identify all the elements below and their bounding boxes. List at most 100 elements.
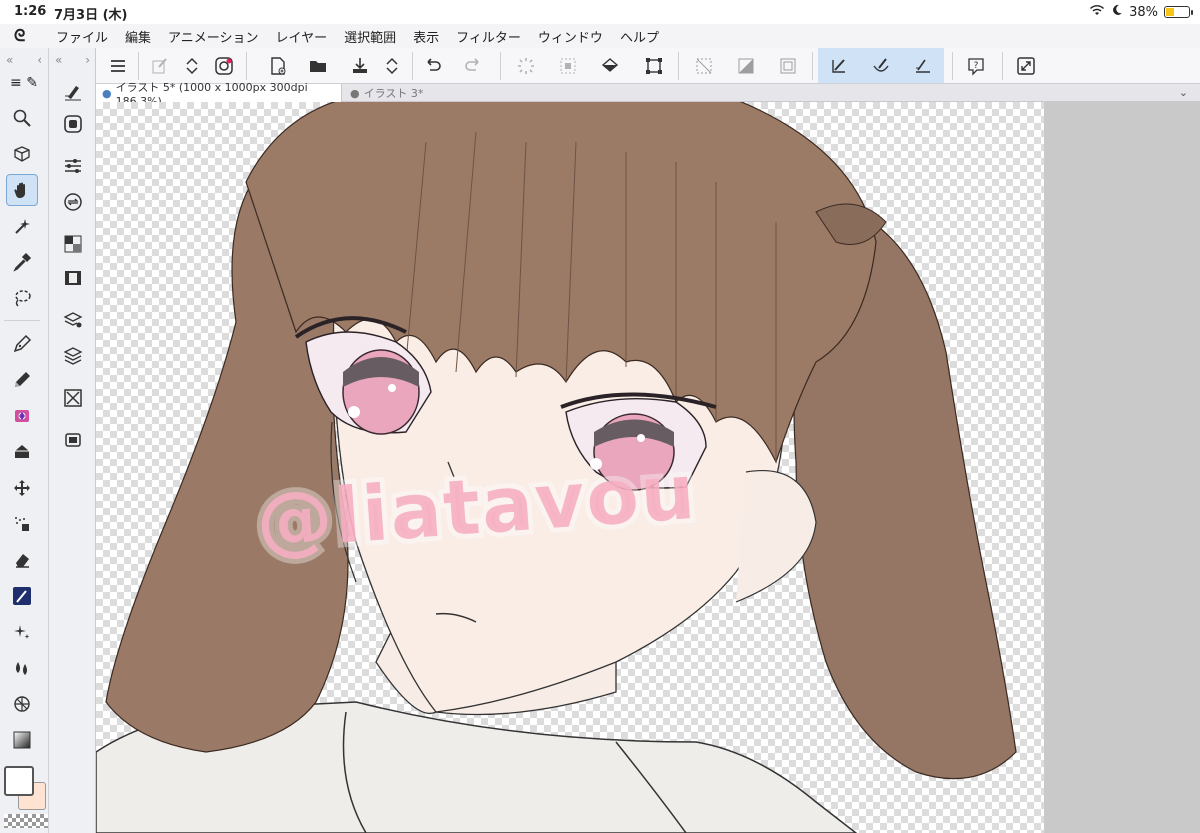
toolbar-separator [1002, 52, 1003, 80]
tab-illust-3[interactable]: ● イラスト 3* [344, 84, 434, 102]
canvas-area[interactable]: @liatavou @liatavou [96, 102, 1200, 833]
tool-fill[interactable] [6, 436, 38, 468]
menu-filter[interactable]: フィルター [456, 27, 521, 46]
toolbar-separator [952, 52, 953, 80]
menu-layer[interactable]: レイヤー [276, 27, 328, 46]
collapse-left-icon[interactable]: « [6, 53, 13, 67]
document-tabs: ● イラスト 5* (1000 x 1000px 300dpi 186.3%) … [96, 81, 1200, 108]
snap-grid-button[interactable] [902, 48, 944, 83]
color-indicator[interactable] [4, 766, 48, 828]
color-grid-icon [64, 235, 82, 253]
diagonal-select-icon [696, 58, 712, 74]
timeline-button[interactable] [59, 264, 87, 292]
gradient-icon [13, 731, 31, 749]
navigator-icon [64, 115, 82, 133]
sub-tool-detail[interactable] [59, 78, 87, 106]
tool-blend[interactable] [6, 652, 38, 684]
main-color-swatch[interactable] [4, 766, 34, 796]
tool-pen[interactable] [6, 328, 38, 360]
menu-help[interactable]: ヘルプ [620, 27, 659, 46]
battery-percent: 38% [1129, 4, 1158, 20]
app-logo-icon[interactable]: ᘓ [0, 26, 56, 46]
3d-object-icon [14, 146, 30, 162]
undo-icon [427, 58, 441, 71]
material-button[interactable] [59, 384, 87, 412]
menu-file[interactable]: ファイル [56, 27, 108, 46]
tab-dot-icon: ● [350, 86, 360, 100]
menu-view[interactable]: 表示 [413, 27, 439, 46]
snap-ruler-button[interactable] [818, 48, 860, 83]
chevron-down-icon[interactable]: ⌄ [1179, 86, 1188, 99]
redo-button[interactable] [460, 52, 488, 80]
ruler-grid-icon [14, 696, 30, 712]
gradient-fill-button[interactable] [732, 52, 760, 80]
open-file-button[interactable] [304, 52, 332, 80]
tool-property-button[interactable] [59, 152, 87, 180]
loading-button[interactable] [512, 52, 540, 80]
convert-selection-button[interactable] [774, 52, 802, 80]
transform-icon [646, 58, 662, 74]
tool-magic-wand[interactable] [6, 210, 38, 242]
sparkle-icon [14, 625, 30, 639]
tool-lasso[interactable] [6, 282, 38, 314]
collapse-right-icon[interactable]: ‹ [37, 53, 42, 67]
tool-sparkle[interactable] [6, 616, 38, 648]
edit-button[interactable] [146, 52, 174, 80]
sort-button[interactable] [178, 52, 206, 80]
fill-selection-button[interactable] [596, 52, 624, 80]
transform-button[interactable] [640, 52, 668, 80]
menu-selection[interactable]: 選択範囲 [344, 27, 396, 46]
tool-hand[interactable] [6, 174, 38, 206]
navigator-button[interactable] [59, 110, 87, 138]
fullscreen-button[interactable] [1012, 52, 1040, 80]
tool-pencil[interactable] [6, 364, 38, 396]
tool-eraser[interactable] [6, 544, 38, 576]
tool-eyedropper[interactable] [6, 246, 38, 278]
brush-size-button[interactable] [59, 188, 87, 216]
tool-gradient-dots[interactable] [6, 508, 38, 540]
tool-palette-menu[interactable]: ≡ ✎ [2, 72, 46, 94]
tool-3d-object[interactable] [6, 138, 38, 170]
color-set-button[interactable] [59, 230, 87, 258]
menu-animation[interactable]: アニメーション [168, 27, 258, 46]
hamburger-menu-button[interactable] [104, 52, 132, 80]
tool-brush[interactable] [6, 580, 38, 612]
save-options-button[interactable] [378, 52, 406, 80]
undo-button[interactable] [418, 52, 446, 80]
sub-view-button[interactable] [59, 426, 87, 454]
menu-window[interactable]: ウィンドウ [538, 27, 603, 46]
toolbar-separator [246, 52, 247, 80]
collapse-right-icon[interactable]: › [85, 53, 90, 67]
save-button[interactable] [346, 52, 374, 80]
tool-zoom[interactable] [6, 102, 38, 134]
sub-tool-palette: « › [48, 48, 96, 833]
layer-property-button[interactable] [59, 306, 87, 334]
tool-gradient[interactable] [6, 724, 38, 756]
material-icon [64, 389, 82, 407]
menu-edit[interactable]: 編集 [125, 27, 151, 46]
new-file-button[interactable] [264, 52, 292, 80]
transparent-color-swatch[interactable] [4, 814, 48, 828]
status-right: 38% [1089, 4, 1193, 20]
toolbar-separator [812, 52, 813, 80]
layer-button[interactable] [59, 342, 87, 370]
chevron-updown-icon [186, 57, 198, 75]
tab-illust-5[interactable]: ● イラスト 5* (1000 x 1000px 300dpi 186.3%) [96, 81, 342, 108]
tool-decoration[interactable] [6, 400, 38, 432]
collapse-left-icon[interactable]: « [55, 53, 62, 67]
download-icon [353, 58, 367, 73]
help-button[interactable]: ? [962, 52, 990, 80]
tab-label: イラスト 3* [363, 87, 424, 100]
menu-bar: ᘓ ファイル 編集 アニメーション レイヤー 選択範囲 表示 フィルター ウィン… [0, 24, 1200, 48]
tool-move[interactable] [6, 472, 38, 504]
snap-special-ruler-button[interactable] [860, 48, 902, 83]
clear-outside-button[interactable] [690, 52, 718, 80]
snap-grid-icon [916, 59, 930, 73]
canvas[interactable]: @liatavou @liatavou [96, 102, 1044, 833]
companion-button[interactable] [210, 52, 238, 80]
pencil-icon [15, 372, 30, 387]
snap-line-icon [832, 58, 845, 73]
tool-ruler[interactable] [6, 688, 38, 720]
tool-palette-header: « ‹ [0, 48, 48, 72]
select-all-button[interactable] [554, 52, 582, 80]
